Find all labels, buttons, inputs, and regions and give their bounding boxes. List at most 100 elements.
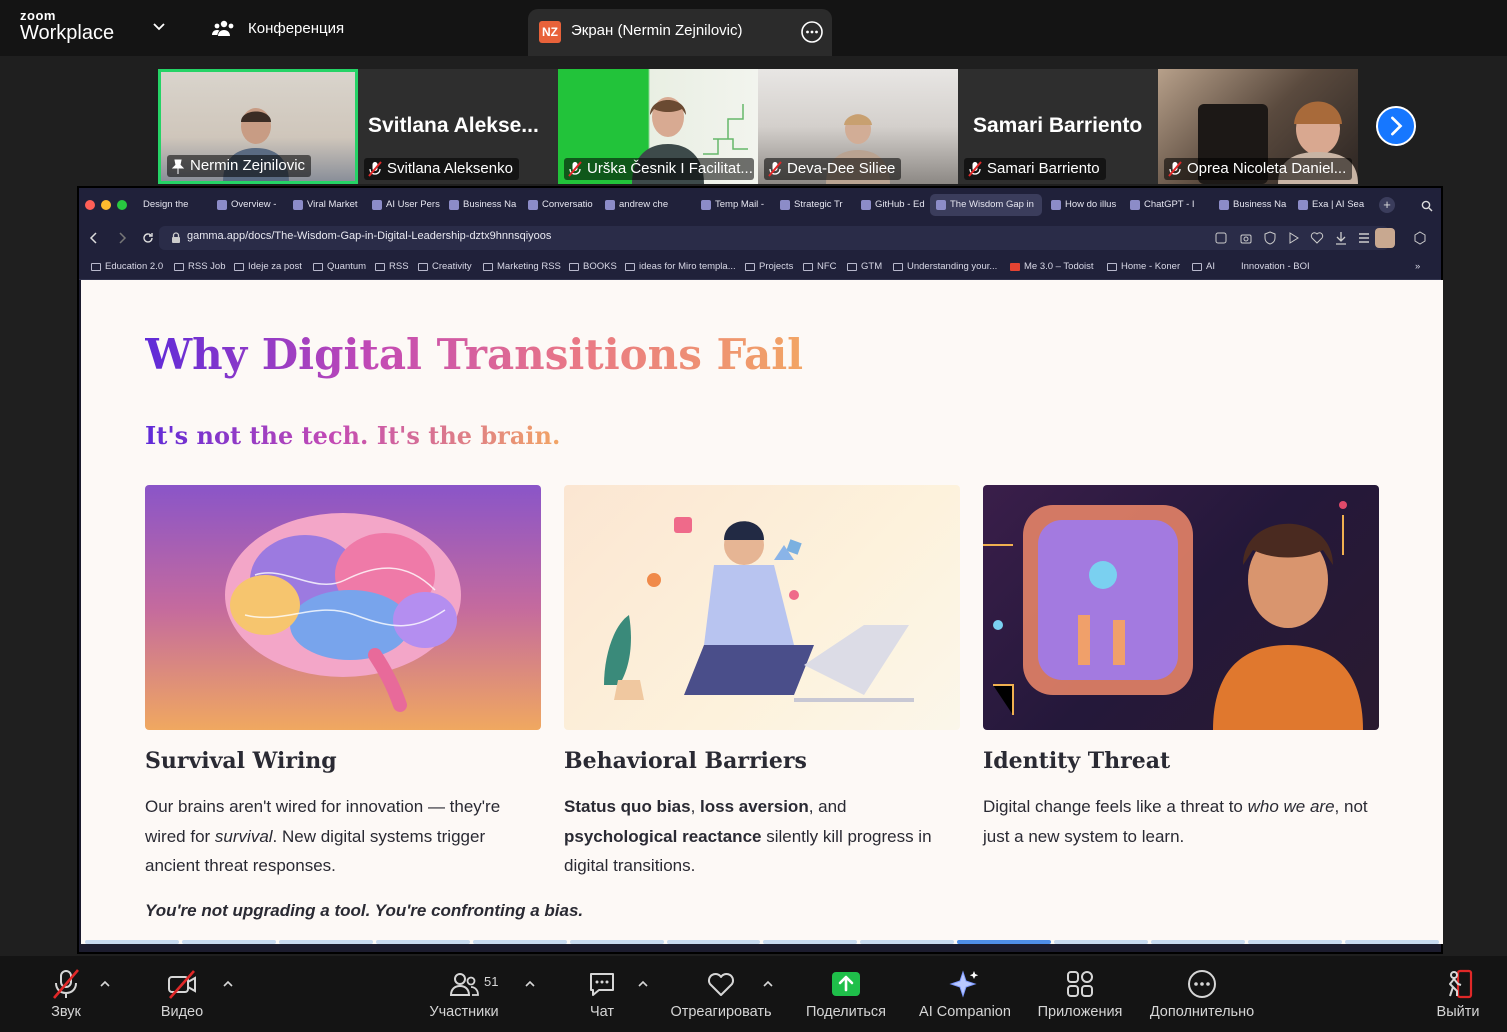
audio-options-caret-icon[interactable]: [99, 979, 111, 989]
close-window-dot[interactable]: [85, 200, 95, 210]
next-page-arrow-icon[interactable]: [1376, 106, 1416, 146]
tab-label: Business Na: [463, 199, 517, 210]
progress-segment[interactable]: [666, 940, 761, 944]
bookmark-folder[interactable]: Education 2.0: [91, 261, 163, 272]
heart-icon[interactable]: [1310, 231, 1324, 245]
bookmark-folder[interactable]: RSS: [375, 261, 409, 272]
browser-tab[interactable]: Overview -: [211, 194, 283, 216]
bookmark-folder[interactable]: RSS Job: [174, 261, 226, 272]
tab-label: Design the: [143, 199, 189, 210]
participant-name-tag: Nermin Zejnilovic: [167, 155, 312, 177]
participant-tile[interactable]: Svitlana Alekse... Svitlana Aleksenko: [358, 69, 558, 184]
ai-companion-button[interactable]: AI Companion: [914, 956, 1016, 1032]
bookmark-folder[interactable]: AI: [1192, 261, 1215, 272]
bookmark-folder[interactable]: Marketing RSS: [483, 261, 561, 272]
tab-label: Conversatio: [542, 199, 593, 210]
more-button[interactable]: Дополнительно: [1145, 956, 1259, 1032]
participants-icon: [449, 973, 479, 996]
bookmark-folder[interactable]: Creativity: [418, 261, 472, 272]
search-icon[interactable]: [1421, 200, 1433, 212]
react-options-caret-icon[interactable]: [762, 979, 774, 989]
progress-segment[interactable]: [1151, 940, 1246, 944]
browser-tab[interactable]: AI User Pers: [366, 194, 440, 216]
chat-options-caret-icon[interactable]: [637, 979, 649, 989]
shield-icon[interactable]: [1263, 231, 1277, 245]
progress-segment[interactable]: [569, 940, 664, 944]
extension-cube-icon[interactable]: [1413, 231, 1427, 245]
browser-tab[interactable]: GitHub - Ed: [855, 194, 927, 216]
bookmark-link[interactable]: Me 3.0 – Todoist: [1010, 261, 1094, 272]
browser-tab[interactable]: Business Na: [1213, 194, 1289, 216]
browser-tab-active[interactable]: The Wisdom Gap in: [930, 194, 1042, 216]
bookmark-folder[interactable]: Quantum: [313, 261, 366, 272]
play-icon[interactable]: [1286, 231, 1300, 245]
browser-tab[interactable]: Design the: [137, 194, 207, 216]
progress-segment[interactable]: [957, 940, 1052, 944]
conference-button[interactable]: Конференция: [212, 18, 344, 38]
screen-share-tab[interactable]: NZ Экран (Nermin Zejnilovic): [528, 9, 832, 56]
browser-tab[interactable]: Viral Market: [287, 194, 363, 216]
chevron-down-icon[interactable]: [152, 20, 166, 34]
bookmark-link[interactable]: Home - Koner: [1107, 261, 1180, 272]
chat-button[interactable]: Чат: [580, 956, 624, 1032]
bookmark-folder[interactable]: Ideje za post: [234, 261, 302, 272]
browser-tab[interactable]: Strategic Tr: [774, 194, 852, 216]
edit-icon[interactable]: [1214, 231, 1228, 245]
browser-tab[interactable]: How do illus: [1045, 194, 1121, 216]
bookmark-folder[interactable]: Projects: [745, 261, 793, 272]
menu-icon[interactable]: [1357, 231, 1371, 245]
browser-tab[interactable]: Temp Mail -: [695, 194, 771, 216]
video-options-caret-icon[interactable]: [222, 979, 234, 989]
audio-button[interactable]: Звук: [40, 956, 92, 1032]
forward-arrow-icon[interactable]: [115, 231, 129, 245]
browser-tab[interactable]: andrew che: [599, 194, 675, 216]
minimize-window-dot[interactable]: [101, 200, 111, 210]
bookmark-link[interactable]: Understanding your...: [893, 261, 997, 272]
progress-segment[interactable]: [181, 940, 276, 944]
profile-avatar[interactable]: [1375, 228, 1395, 248]
progress-segment[interactable]: [1054, 940, 1149, 944]
progress-segment[interactable]: [1248, 940, 1342, 944]
bookmark-folder[interactable]: NFC: [803, 261, 837, 272]
back-arrow-icon[interactable]: [87, 231, 101, 245]
apps-button[interactable]: Приложения: [1032, 956, 1128, 1032]
participant-tile[interactable]: Samari Barriento Samari Barriento: [958, 69, 1158, 184]
share-screen-button[interactable]: Поделиться: [803, 956, 889, 1032]
progress-segment[interactable]: [375, 940, 470, 944]
progress-segment[interactable]: [278, 940, 373, 944]
browser-tab[interactable]: Business Na: [443, 194, 519, 216]
sharer-avatar: NZ: [539, 21, 561, 43]
participants-button[interactable]: Участники: [424, 956, 504, 1032]
tab-favicon: [1298, 200, 1308, 210]
progress-segment[interactable]: [85, 940, 179, 944]
chat-label: Чат: [589, 1004, 615, 1020]
video-button[interactable]: Видео: [154, 956, 210, 1032]
slide-progress-bar[interactable]: [85, 940, 1439, 944]
participant-tile[interactable]: Nermin Zejnilovic: [158, 69, 358, 184]
camera-icon[interactable]: [1239, 231, 1253, 245]
bookmark-folder[interactable]: BOOKS: [569, 261, 617, 272]
react-button[interactable]: Отреагировать: [667, 956, 775, 1032]
progress-segment[interactable]: [472, 940, 567, 944]
download-icon[interactable]: [1334, 231, 1348, 245]
bookmarks-overflow[interactable]: »: [1415, 261, 1420, 272]
bookmark-folder[interactable]: ideas for Miro templa...: [625, 261, 736, 272]
leave-button[interactable]: Выйти: [1432, 956, 1484, 1032]
more-options-icon[interactable]: [800, 20, 824, 44]
participant-tile[interactable]: Deva-Dee Siliee: [758, 69, 958, 184]
bookmark-folder[interactable]: GTM: [847, 261, 882, 272]
browser-tab[interactable]: Conversatio: [522, 194, 596, 216]
new-tab-button[interactable]: +: [1379, 197, 1395, 213]
participant-tile[interactable]: Urška Česnik I Facilitat...: [558, 69, 758, 184]
progress-segment[interactable]: [763, 940, 858, 944]
maximize-window-dot[interactable]: [117, 200, 127, 210]
participant-name: Samari Barriento: [987, 160, 1100, 177]
reload-icon[interactable]: [141, 231, 155, 245]
participant-tile[interactable]: Oprea Nicoleta Daniel...: [1158, 69, 1358, 184]
browser-tab[interactable]: Exa | AI Sea: [1292, 194, 1372, 216]
bookmark-link[interactable]: Innovation - BOI: [1241, 261, 1310, 272]
progress-segment[interactable]: [1344, 940, 1439, 944]
progress-segment[interactable]: [860, 940, 955, 944]
participants-options-caret-icon[interactable]: [524, 979, 536, 989]
browser-tab[interactable]: ChatGPT - I: [1124, 194, 1200, 216]
